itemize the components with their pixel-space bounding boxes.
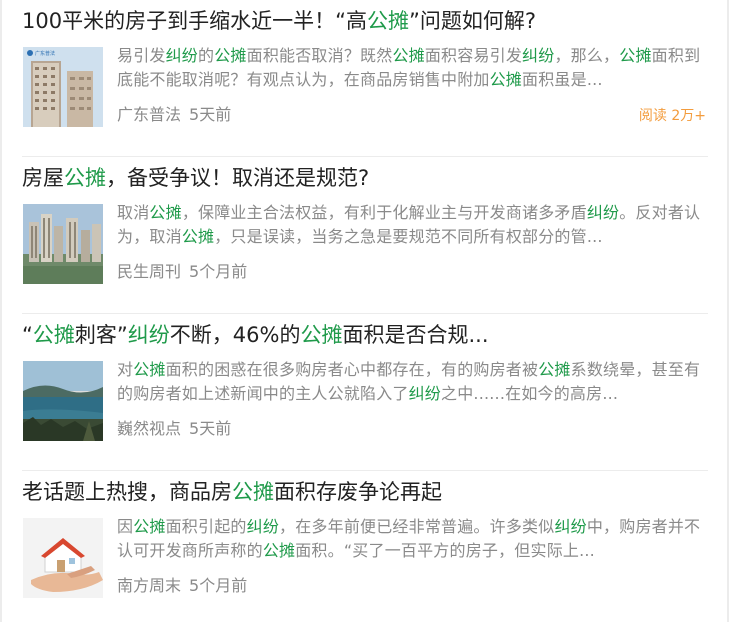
summary-keyword-highlight: 纠纷 — [554, 517, 587, 536]
title-segment: 面积是否合规... — [342, 323, 489, 347]
summary-segment: ，只是误读，当务之急是要规范不同所有权部分的管... — [214, 227, 603, 246]
news-card[interactable]: 房屋公摊，备受争议！取消还是规范? 取消公摊，保障业主合法权益，有利于化解业主与… — [22, 157, 708, 314]
summary-keyword-highlight: 公摊 — [133, 360, 166, 379]
summary-segment: 面积。“买了一百平方的房子，但实际上... — [295, 541, 595, 560]
news-feed-frame: 100平米的房子到手缩水近一半！“高公摊”问题如何解? 广东普法 易引发纠纷的公… — [0, 0, 729, 622]
article-summary: 取消公摊，保障业主合法权益，有利于化解业主与开发商诸多矛盾纠纷。反对者认为，取消… — [117, 201, 704, 249]
skyline-thumbnail[interactable] — [23, 204, 103, 284]
summary-segment: 对 — [117, 360, 134, 379]
summary-keyword-highlight: 公摊 — [538, 360, 571, 379]
article-summary: 因公摊面积引起的纠纷，在多年前便已经非常普遍。许多类似纠纷中，购房者并不认可开发… — [117, 515, 704, 563]
source-name[interactable]: 南方周末 — [117, 576, 181, 595]
summary-keyword-highlight: 公摊 — [149, 203, 182, 222]
summary-segment: 面积能否取消？既然 — [246, 46, 393, 65]
article-title[interactable]: 老话题上热搜，商品房公摊面积存废争论再起 — [22, 477, 708, 507]
buildings-thumbnail[interactable]: 广东普法 — [23, 47, 103, 127]
publish-time: 5天前 — [189, 105, 232, 124]
lake-image-icon — [23, 361, 103, 441]
house-in-hand-thumbnail[interactable] — [23, 518, 103, 598]
title-segment: 刺客” — [74, 323, 128, 347]
summary-segment: 面积虽是... — [522, 70, 603, 89]
summary-segment: ，在多年前便已经非常普遍。许多类似 — [279, 517, 555, 536]
summary-segment: 面积的困惑在很多购房者心中都存在，有的购房者被 — [165, 360, 539, 379]
summary-segment: 取消 — [117, 203, 150, 222]
summary-keyword-highlight: 纠纷 — [246, 517, 280, 536]
summary-keyword-highlight: 公摊 — [392, 46, 425, 65]
summary-keyword-highlight: 纠纷 — [586, 203, 620, 222]
news-card[interactable]: “公摊刺客”纠纷不断，46%的公摊面积是否合规... 对公摊面积的困惑在很多购房… — [22, 314, 708, 471]
summary-keyword-highlight: 纠纷 — [522, 46, 555, 65]
summary-segment: 的 — [198, 46, 215, 65]
summary-keyword-highlight: 公摊 — [133, 517, 166, 536]
title-keyword-highlight: 纠纷 — [127, 323, 170, 347]
summary-keyword-highlight: 公摊 — [214, 46, 247, 65]
title-keyword-highlight: 公摊 — [64, 166, 106, 190]
article-title[interactable]: 100平米的房子到手缩水近一半！“高公摊”问题如何解? — [22, 6, 708, 36]
publish-time: 5个月前 — [189, 262, 248, 281]
summary-keyword-highlight: 公摊 — [262, 541, 296, 560]
article-summary: 对公摊面积的困惑在很多购房者心中都存在，有的购房者被公摊系数绕晕，甚至有的购房者… — [117, 358, 704, 406]
summary-keyword-highlight: 公摊 — [489, 70, 523, 89]
buildings-image-icon: 广东普法 — [23, 47, 103, 127]
title-segment: ”问题如何解? — [408, 9, 536, 33]
summary-segment: ，那么， — [554, 46, 620, 65]
summary-keyword-highlight: 公摊 — [619, 46, 652, 65]
publish-time: 5天前 — [189, 419, 232, 438]
title-segment: ，备受争议！取消还是规范? — [106, 166, 370, 190]
lake-thumbnail[interactable] — [23, 361, 103, 441]
title-keyword-highlight: 公摊 — [366, 9, 409, 33]
summary-segment: 面积容易引发 — [424, 46, 523, 65]
title-keyword-highlight: 公摊 — [300, 323, 343, 347]
news-feed: 100平米的房子到手缩水近一半！“高公摊”问题如何解? 广东普法 易引发纠纷的公… — [22, 0, 708, 622]
article-meta: 广东普法 5天前 — [117, 103, 239, 127]
summary-keyword-highlight: 纠纷 — [165, 46, 199, 65]
title-segment: “ — [22, 323, 33, 347]
summary-segment: 之中......在如今的高房... — [441, 384, 619, 403]
news-card[interactable]: 100平米的房子到手缩水近一半！“高公摊”问题如何解? 广东普法 易引发纠纷的公… — [22, 0, 708, 157]
article-meta: 南方周末 5个月前 — [117, 574, 255, 598]
title-keyword-highlight: 公摊 — [32, 323, 75, 347]
thumbnail-watermark-text: 广东普法 — [35, 50, 55, 57]
publish-time: 5个月前 — [189, 576, 248, 595]
news-card[interactable]: 老话题上热搜，商品房公摊面积存废争论再起 因公摊面积引起的纠纷，在多年前便已经非… — [22, 471, 708, 622]
summary-segment: 面积引起的 — [165, 517, 247, 536]
source-name[interactable]: 民生周刊 — [117, 262, 181, 281]
summary-keyword-highlight: 公摊 — [181, 227, 215, 246]
title-segment: 老话题上热搜，商品房 — [22, 480, 232, 504]
source-name[interactable]: 广东普法 — [117, 105, 181, 124]
skyline-image-icon — [23, 204, 103, 284]
title-segment: 面积存废争论再起 — [274, 480, 442, 504]
source-name[interactable]: 巍然视点 — [117, 419, 181, 438]
title-segment: 不断，46%的 — [169, 323, 301, 347]
summary-segment: ，保障业主合法权益，有利于化解业主与开发商诸多矛盾 — [181, 203, 587, 222]
summary-segment: 因 — [117, 517, 134, 536]
read-count: 阅读 2万+ — [638, 108, 706, 124]
title-keyword-highlight: 公摊 — [232, 480, 274, 504]
article-meta: 民生周刊 5个月前 — [117, 260, 255, 284]
article-summary: 易引发纠纷的公摊面积能否取消？既然公摊面积容易引发纠纷，那么，公摊面积到底能不能… — [117, 44, 704, 92]
summary-segment: 易引发 — [117, 46, 166, 65]
title-segment: 100平米的房子到手缩水近一半！“高 — [22, 9, 367, 33]
title-segment: 房屋 — [22, 166, 64, 190]
house-in-hand-image-icon — [23, 518, 103, 598]
article-title[interactable]: “公摊刺客”纠纷不断，46%的公摊面积是否合规... — [22, 320, 708, 350]
article-meta: 巍然视点 5天前 — [117, 417, 239, 441]
summary-keyword-highlight: 纠纷 — [408, 384, 442, 403]
article-title[interactable]: 房屋公摊，备受争议！取消还是规范? — [22, 163, 708, 193]
